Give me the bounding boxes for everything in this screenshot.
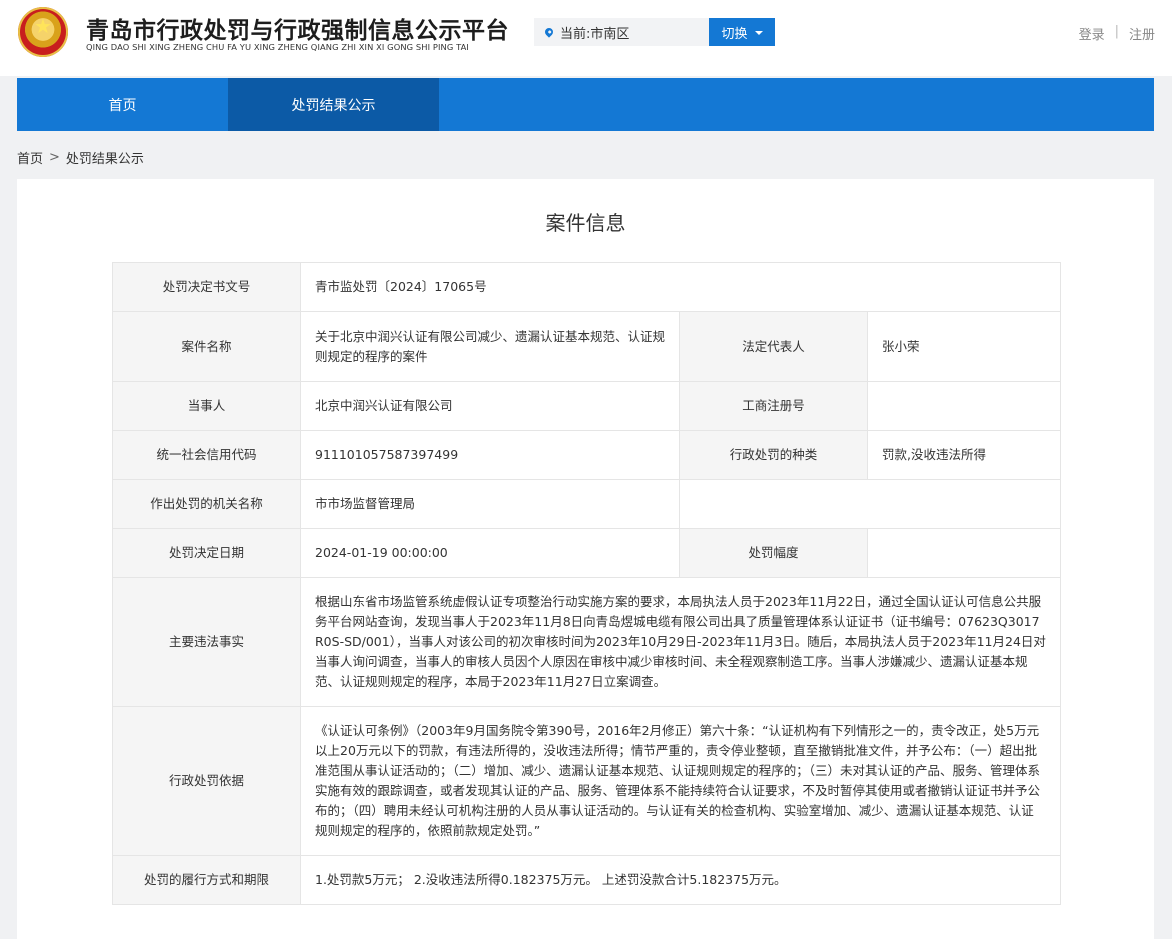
table-row: 处罚的履行方式和期限 1.处罚款5万元； 2.没收违法所得0.182375万元。… (112, 855, 1061, 905)
legal-rep-value: 张小荣 (867, 311, 1061, 382)
case-title: 案件信息 (545, 211, 626, 235)
login-link[interactable]: 登录 (1079, 24, 1105, 43)
breadcrumb-current[interactable]: 处罚结果公示 (66, 148, 144, 167)
authority-label: 作出处罚的机关名称 (112, 479, 301, 529)
legal-rep-label: 法定代表人 (679, 311, 868, 382)
breadcrumb: 首页 > 处罚结果公示 (17, 148, 144, 167)
table-row: 处罚决定书文号 青市监处罚〔2024〕17065号 (112, 262, 1061, 312)
location-text: 当前:市南区 (560, 26, 630, 42)
nav-item-home[interactable]: 首页 (17, 78, 228, 131)
auth-separator: | (1114, 24, 1119, 39)
basis-label: 行政处罚依据 (112, 706, 301, 856)
national-emblem-icon (18, 7, 68, 57)
penalty-type-value: 罚款,没收违法所得 (867, 430, 1061, 480)
reg-no-label: 工商注册号 (679, 381, 868, 431)
table-row: 案件名称 关于北京中润兴认证有限公司减少、遗漏认证基本规范、认证规则规定的程序的… (112, 311, 1061, 382)
location-display: 当前:市南区 (534, 18, 710, 46)
party-value: 北京中润兴认证有限公司 (300, 381, 680, 431)
caret-down-icon (754, 31, 763, 35)
table-row: 主要违法事实 根据山东省市场监管系统虚假认证专项整治行动实施方案的要求，本局执法… (112, 577, 1061, 707)
breadcrumb-home[interactable]: 首页 (17, 148, 43, 167)
penalty-range-value (867, 528, 1061, 578)
credit-code-value: 91110105758739749​9 (300, 430, 680, 480)
table-row: 处罚决定日期 2024-01-19 00:00:00 处罚幅度 (112, 528, 1061, 578)
main-nav: 首页 处罚结果公示 (17, 78, 1154, 131)
penalty-type-label: 行政处罚的种类 (679, 430, 868, 480)
breadcrumb-arrow: > (49, 150, 60, 165)
decision-no-label: 处罚决定书文号 (112, 262, 301, 312)
execution-label: 处罚的履行方式和期限 (112, 855, 301, 905)
empty-cell (679, 479, 1061, 529)
table-row: 当事人 北京中润兴认证有限公司 工商注册号 (112, 381, 1061, 431)
top-header: 青岛市行政处罚与行政强制信息公示平台 QING DAO SHI XING ZHE… (0, 0, 1172, 76)
case-panel: 案件信息 处罚决定书文号 青市监处罚〔2024〕17065号 案件名称 关于北京… (17, 179, 1154, 939)
authority-value: 市市场监督管理局 (300, 479, 680, 529)
case-info-table: 处罚决定书文号 青市监处罚〔2024〕17065号 案件名称 关于北京中润兴认证… (112, 262, 1061, 905)
table-row: 行政处罚依据 《认证认可条例》（2003年9月国务院令第390号，2016年2月… (112, 706, 1061, 856)
decision-date-value: 2024-01-19 00:00:00 (300, 528, 680, 578)
penalty-range-label: 处罚幅度 (679, 528, 868, 578)
register-link[interactable]: 注册 (1129, 24, 1155, 43)
basis-value: 《认证认可条例》（2003年9月国务院令第390号，2016年2月修正）第六十条… (300, 706, 1061, 856)
location-pin-icon (543, 26, 555, 38)
facts-value: 根据山东省市场监管系统虚假认证专项整治行动实施方案的要求，本局执法人员于2023… (300, 577, 1061, 707)
execution-value: 1.处罚款5万元； 2.没收违法所得0.182375万元。 上述罚没款合计5.1… (300, 855, 1061, 905)
case-name-label: 案件名称 (112, 311, 301, 382)
switch-label: 切换 (721, 26, 748, 42)
site-pinyin: QING DAO SHI XING ZHENG CHU FA YU XING Z… (86, 42, 469, 52)
table-row: 统一社会信用代码 91110105758739749​9 行政处罚的种类 罚款,… (112, 430, 1061, 480)
table-row: 作出处罚的机关名称 市市场监督管理局 (112, 479, 1061, 529)
party-label: 当事人 (112, 381, 301, 431)
switch-region-button[interactable]: 切换 (709, 18, 775, 46)
decision-date-label: 处罚决定日期 (112, 528, 301, 578)
case-name-value: 关于北京中润兴认证有限公司减少、遗漏认证基本规范、认证规则规定的程序的案件 (300, 311, 680, 382)
nav-item-penalty-results[interactable]: 处罚结果公示 (228, 78, 439, 131)
facts-label: 主要违法事实 (112, 577, 301, 707)
site-title: 青岛市行政处罚与行政强制信息公示平台 (86, 18, 509, 44)
auth-links: 登录 | 注册 (1079, 24, 1155, 43)
decision-no-value: 青市监处罚〔2024〕17065号 (300, 262, 1061, 312)
credit-code-label: 统一社会信用代码 (112, 430, 301, 480)
reg-no-value (867, 381, 1061, 431)
